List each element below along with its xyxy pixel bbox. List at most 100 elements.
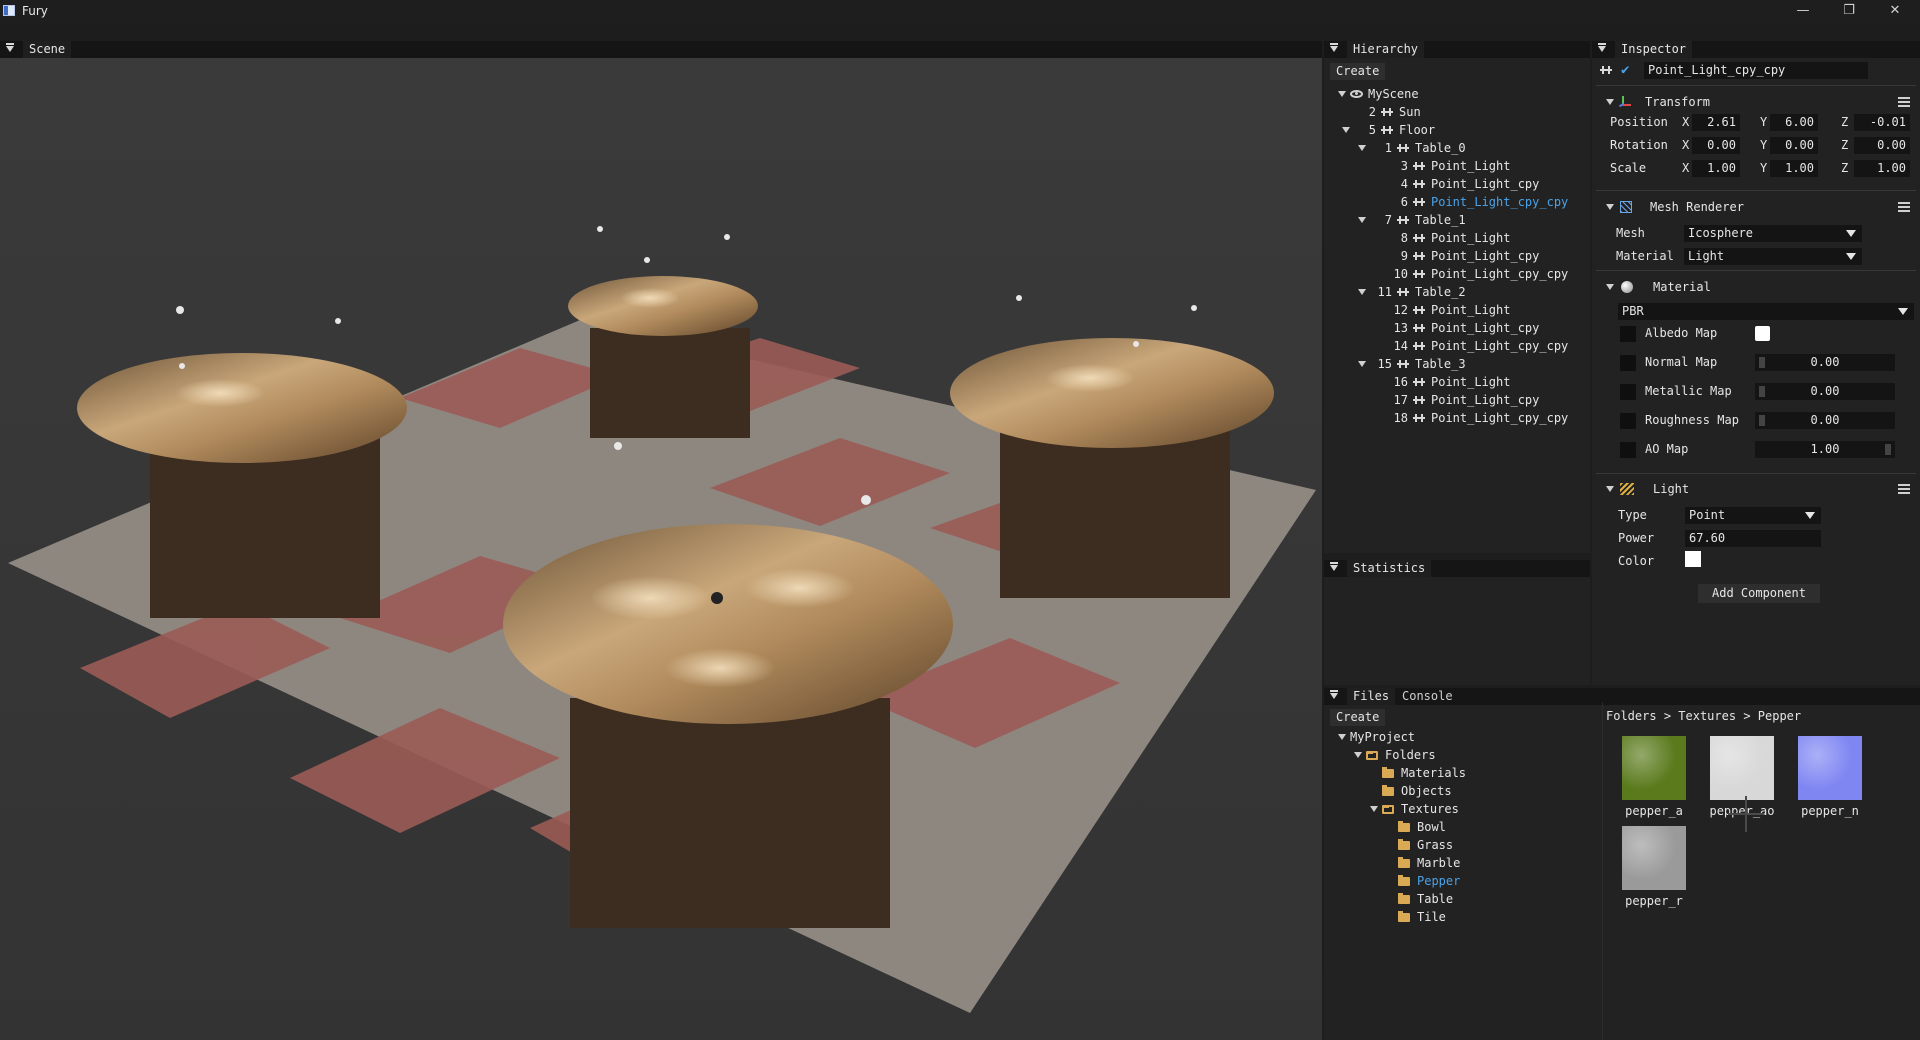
expand-icon[interactable]: [1338, 734, 1346, 740]
collapse-icon[interactable]: [1606, 99, 1614, 105]
mesh-select[interactable]: Icosphere: [1684, 225, 1862, 242]
restore-button[interactable]: ❐: [1826, 0, 1872, 23]
eye-icon[interactable]: [1350, 90, 1363, 98]
scene-viewport[interactable]: [0, 58, 1322, 1040]
object-name-field[interactable]: Point_Light_cpy_cpy: [1644, 62, 1868, 79]
albedo-color-swatch[interactable]: [1755, 326, 1770, 341]
tab-scene[interactable]: Scene: [23, 41, 72, 58]
transform-header[interactable]: Transform: [1592, 91, 1920, 113]
material-select[interactable]: Light: [1684, 248, 1862, 265]
texture-slot[interactable]: [1620, 442, 1636, 458]
texture-thumbnail[interactable]: [1622, 826, 1686, 890]
transform-x-field[interactable]: 2.61: [1692, 114, 1740, 131]
hierarchy-item[interactable]: 18 Point_Light_cpy_cpy: [1374, 409, 1569, 427]
hierarchy-item[interactable]: 7 Table_1: [1358, 211, 1466, 229]
file-tree-item[interactable]: Grass: [1386, 836, 1453, 854]
component-menu-icon[interactable]: [1898, 202, 1910, 212]
active-checkbox[interactable]: ✔: [1621, 62, 1629, 79]
hierarchy-item[interactable]: 3 Point_Light: [1374, 157, 1511, 175]
component-menu-icon[interactable]: [1898, 484, 1910, 494]
expand-icon[interactable]: [1354, 752, 1362, 758]
file-tree-item[interactable]: Materials: [1370, 764, 1466, 782]
hierarchy-create-button[interactable]: Create: [1330, 63, 1386, 80]
file-tree-item[interactable]: MyProject: [1338, 728, 1415, 746]
expand-icon[interactable]: [1358, 145, 1366, 151]
panel-menu-icon[interactable]: [1330, 562, 1338, 571]
material-map-slider[interactable]: 1.00: [1755, 441, 1895, 458]
panel-menu-icon[interactable]: [1598, 43, 1606, 52]
minimize-button[interactable]: —: [1780, 0, 1826, 23]
expand-icon[interactable]: [1358, 361, 1366, 367]
light-color-swatch[interactable]: [1685, 551, 1701, 567]
hierarchy-item[interactable]: 6 Point_Light_cpy_cpy: [1374, 193, 1569, 211]
shader-select[interactable]: PBR: [1618, 303, 1914, 320]
texture-slot[interactable]: [1620, 413, 1636, 429]
file-tree-item[interactable]: Folders: [1354, 746, 1436, 764]
light-power-field[interactable]: 67.60: [1685, 530, 1821, 547]
breadcrumb-pepper[interactable]: Pepper: [1758, 709, 1801, 723]
hierarchy-item[interactable]: 17 Point_Light_cpy: [1374, 391, 1540, 409]
slider-handle[interactable]: [1759, 357, 1765, 368]
expand-icon[interactable]: [1358, 217, 1366, 223]
file-tree-item[interactable]: Marble: [1386, 854, 1460, 872]
texture-thumbnail[interactable]: [1798, 736, 1862, 800]
close-button[interactable]: ✕: [1872, 0, 1918, 23]
breadcrumb-textures[interactable]: Textures: [1678, 709, 1736, 723]
hierarchy-item[interactable]: 12 Point_Light: [1374, 301, 1511, 319]
file-tree-item[interactable]: Objects: [1370, 782, 1452, 800]
hierarchy-item[interactable]: 9 Point_Light_cpy: [1374, 247, 1540, 265]
file-tree-item[interactable]: Table: [1386, 890, 1453, 908]
transform-z-field[interactable]: 1.00: [1854, 160, 1910, 177]
file-tree-item[interactable]: Pepper: [1386, 872, 1460, 890]
material-map-slider[interactable]: 0.00: [1755, 412, 1895, 429]
hierarchy-item[interactable]: 15 Table_3: [1358, 355, 1466, 373]
hierarchy-item[interactable]: 16 Point_Light: [1374, 373, 1511, 391]
light-header[interactable]: Light: [1592, 478, 1920, 500]
material-header[interactable]: Material: [1592, 276, 1920, 298]
breadcrumb-folders[interactable]: Folders: [1606, 709, 1657, 723]
expand-icon[interactable]: [1338, 91, 1346, 97]
panel-menu-icon[interactable]: [1330, 43, 1338, 52]
expand-icon[interactable]: [1370, 806, 1378, 812]
file-tree-item[interactable]: Bowl: [1386, 818, 1446, 836]
texture-thumbnail[interactable]: [1710, 736, 1774, 800]
material-map-slider[interactable]: 0.00: [1755, 354, 1895, 371]
tab-files[interactable]: Files: [1347, 688, 1396, 705]
tab-inspector[interactable]: Inspector: [1615, 41, 1693, 58]
hierarchy-item[interactable]: 1 Table_0: [1358, 139, 1466, 157]
tree-root-myscene[interactable]: MyScene: [1338, 85, 1419, 103]
transform-y-field[interactable]: 0.00: [1770, 137, 1818, 154]
mesh-renderer-header[interactable]: Mesh Renderer: [1592, 196, 1920, 218]
slider-handle[interactable]: [1759, 386, 1765, 397]
file-tree-item[interactable]: Tile: [1386, 908, 1446, 926]
texture-slot[interactable]: [1620, 326, 1636, 342]
slider-handle[interactable]: [1885, 444, 1891, 455]
file-tree-item[interactable]: Textures: [1370, 800, 1459, 818]
panel-menu-icon[interactable]: [1330, 690, 1338, 699]
transform-y-field[interactable]: 1.00: [1770, 160, 1818, 177]
panel-menu-icon[interactable]: [6, 43, 14, 52]
collapse-icon[interactable]: [1606, 204, 1614, 210]
tab-hierarchy[interactable]: Hierarchy: [1347, 41, 1425, 58]
texture-thumbnail[interactable]: [1622, 736, 1686, 800]
files-create-button[interactable]: Create: [1330, 709, 1386, 726]
texture-slot[interactable]: [1620, 355, 1636, 371]
light-type-select[interactable]: Point: [1685, 507, 1821, 524]
hierarchy-item[interactable]: 8 Point_Light: [1374, 229, 1511, 247]
hierarchy-item[interactable]: 4 Point_Light_cpy: [1374, 175, 1540, 193]
transform-x-field[interactable]: 0.00: [1692, 137, 1740, 154]
collapse-icon[interactable]: [1606, 486, 1614, 492]
tab-console[interactable]: Console: [1396, 688, 1459, 705]
hierarchy-item[interactable]: 5 Floor: [1342, 121, 1435, 139]
hierarchy-item[interactable]: 14 Point_Light_cpy_cpy: [1374, 337, 1569, 355]
hierarchy-item[interactable]: 2 Sun: [1342, 103, 1421, 121]
collapse-icon[interactable]: [1606, 284, 1614, 290]
add-component-button[interactable]: Add Component: [1698, 584, 1820, 603]
component-menu-icon[interactable]: [1898, 97, 1910, 107]
transform-y-field[interactable]: 6.00: [1770, 114, 1818, 131]
expand-icon[interactable]: [1358, 289, 1366, 295]
tab-statistics[interactable]: Statistics: [1347, 560, 1432, 577]
slider-handle[interactable]: [1759, 415, 1765, 426]
expand-icon[interactable]: [1342, 127, 1350, 133]
transform-z-field[interactable]: -0.01: [1854, 114, 1910, 131]
